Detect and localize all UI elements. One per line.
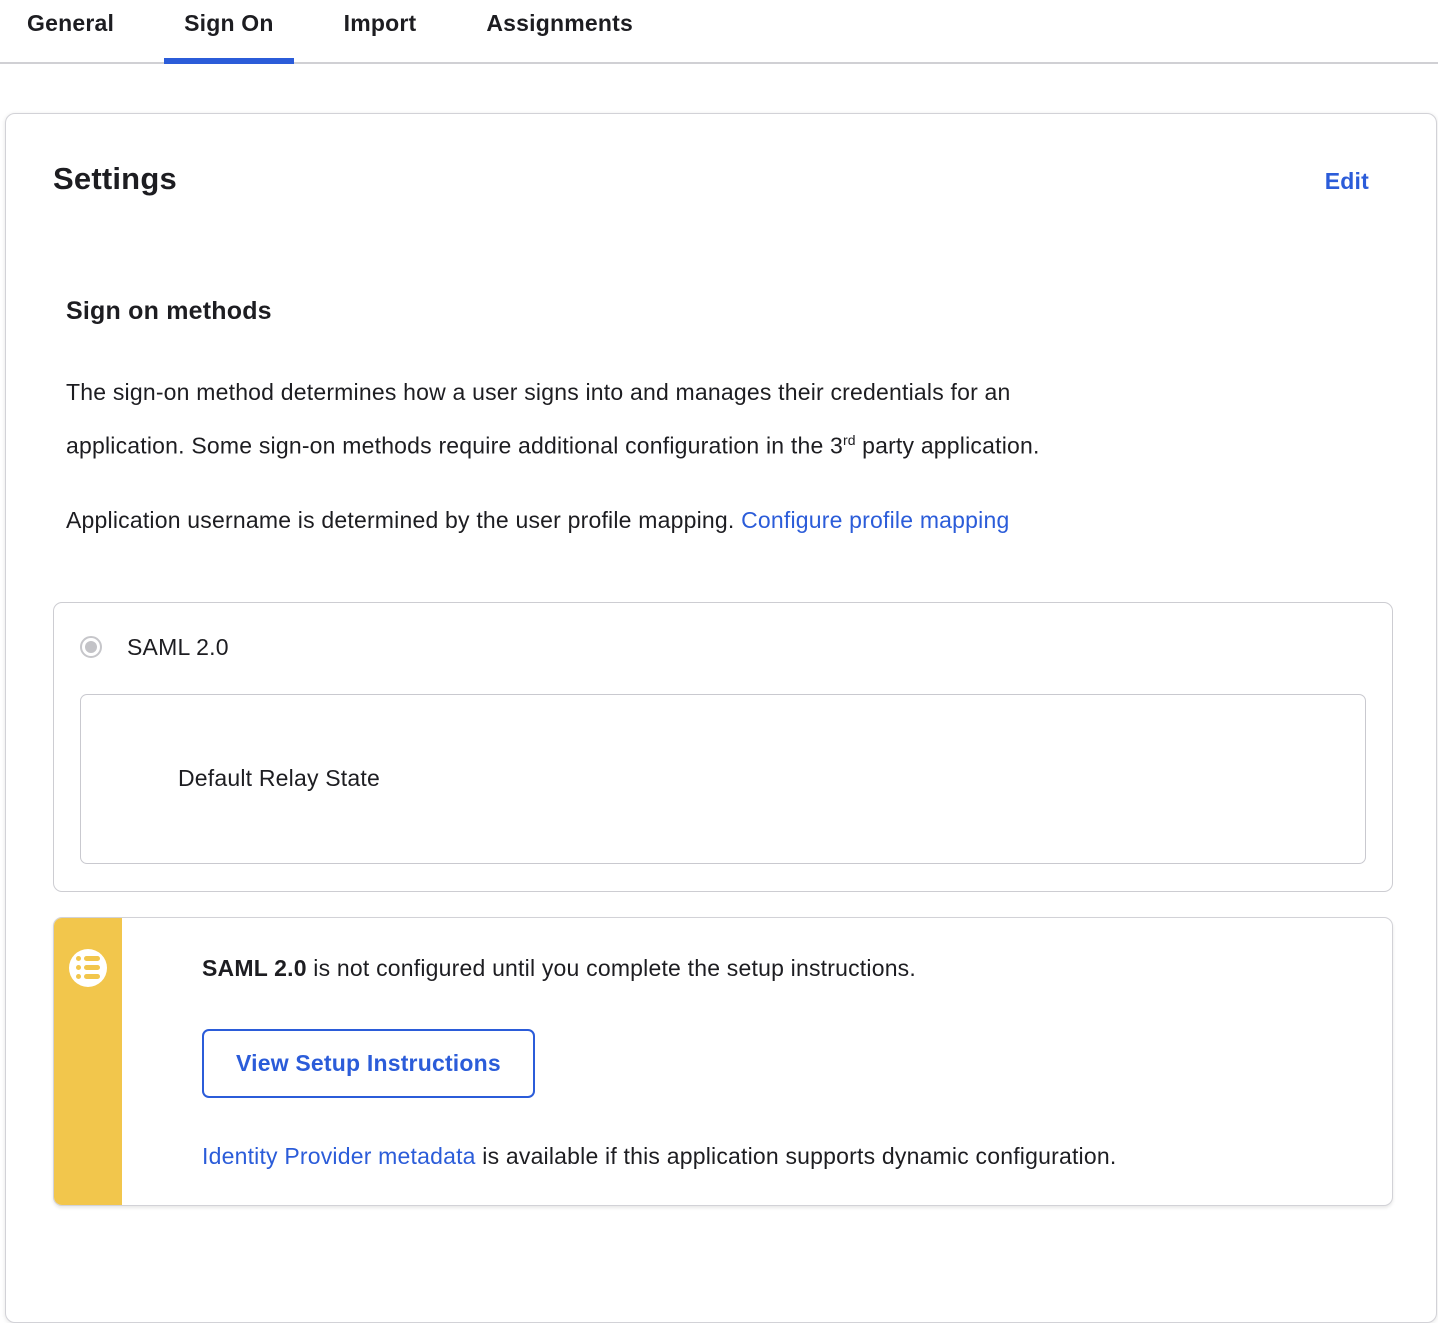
callout-message: SAML 2.0 is not configured until you com…: [202, 954, 1352, 982]
saml-radio-label: SAML 2.0: [127, 634, 229, 661]
tab-assignments[interactable]: Assignments: [466, 0, 653, 64]
description-line2: application. Some sign-on methods requir…: [66, 433, 843, 459]
app-tabs: General Sign On Import Assignments: [0, 0, 1438, 64]
edit-link[interactable]: Edit: [1325, 168, 1369, 195]
list-icon-dot: [76, 956, 81, 961]
default-relay-state-label: Default Relay State: [178, 765, 380, 792]
tab-general[interactable]: General: [7, 0, 134, 64]
sign-on-methods-description: The sign-on method determines how a user…: [66, 368, 1391, 470]
saml-method-box: SAML 2.0 Default Relay State: [53, 602, 1393, 892]
configure-profile-mapping-link[interactable]: Configure profile mapping: [741, 507, 1009, 533]
list-icon-bar: [84, 956, 100, 961]
settings-card-header: Settings Edit: [53, 161, 1391, 197]
callout-footer: Identity Provider metadata is available …: [202, 1142, 1352, 1170]
view-setup-instructions-button[interactable]: View Setup Instructions: [202, 1029, 535, 1098]
callout-message-text: is not configured until you complete the…: [307, 955, 916, 981]
list-icon: [69, 949, 107, 987]
ordinal-superscript: rd: [843, 432, 855, 448]
list-icon-dot: [76, 965, 81, 970]
identity-provider-metadata-link[interactable]: Identity Provider metadata: [202, 1143, 476, 1169]
username-mapping-text: Application username is determined by th…: [66, 507, 741, 533]
list-icon-bar: [84, 974, 100, 979]
description-line1: The sign-on method determines how a user…: [66, 379, 1011, 405]
list-icon-bar: [84, 965, 100, 970]
list-icon-dot: [76, 974, 81, 979]
tab-import[interactable]: Import: [324, 0, 437, 64]
sign-on-methods-heading: Sign on methods: [66, 297, 1391, 326]
callout-message-bold: SAML 2.0: [202, 955, 307, 981]
app-sign-on-page: General Sign On Import Assignments Setti…: [0, 0, 1438, 1323]
settings-card: Settings Edit Sign on methods The sign-o…: [5, 113, 1437, 1323]
settings-title: Settings: [53, 161, 177, 197]
callout-footer-text: is available if this application support…: [476, 1143, 1117, 1169]
tab-sign-on[interactable]: Sign On: [164, 0, 294, 64]
default-relay-state-box: Default Relay State: [80, 694, 1366, 864]
callout-accent-bar: [54, 918, 122, 1205]
setup-instructions-callout: SAML 2.0 is not configured until you com…: [53, 917, 1393, 1206]
description-line2-end: party application.: [856, 433, 1040, 459]
saml-radio-row: SAML 2.0: [80, 634, 1366, 661]
sign-on-methods-section: Sign on methods The sign-on method deter…: [53, 297, 1391, 1206]
callout-body: SAML 2.0 is not configured until you com…: [122, 918, 1392, 1205]
username-mapping-line: Application username is determined by th…: [66, 496, 1391, 544]
saml-radio[interactable]: [80, 636, 102, 658]
